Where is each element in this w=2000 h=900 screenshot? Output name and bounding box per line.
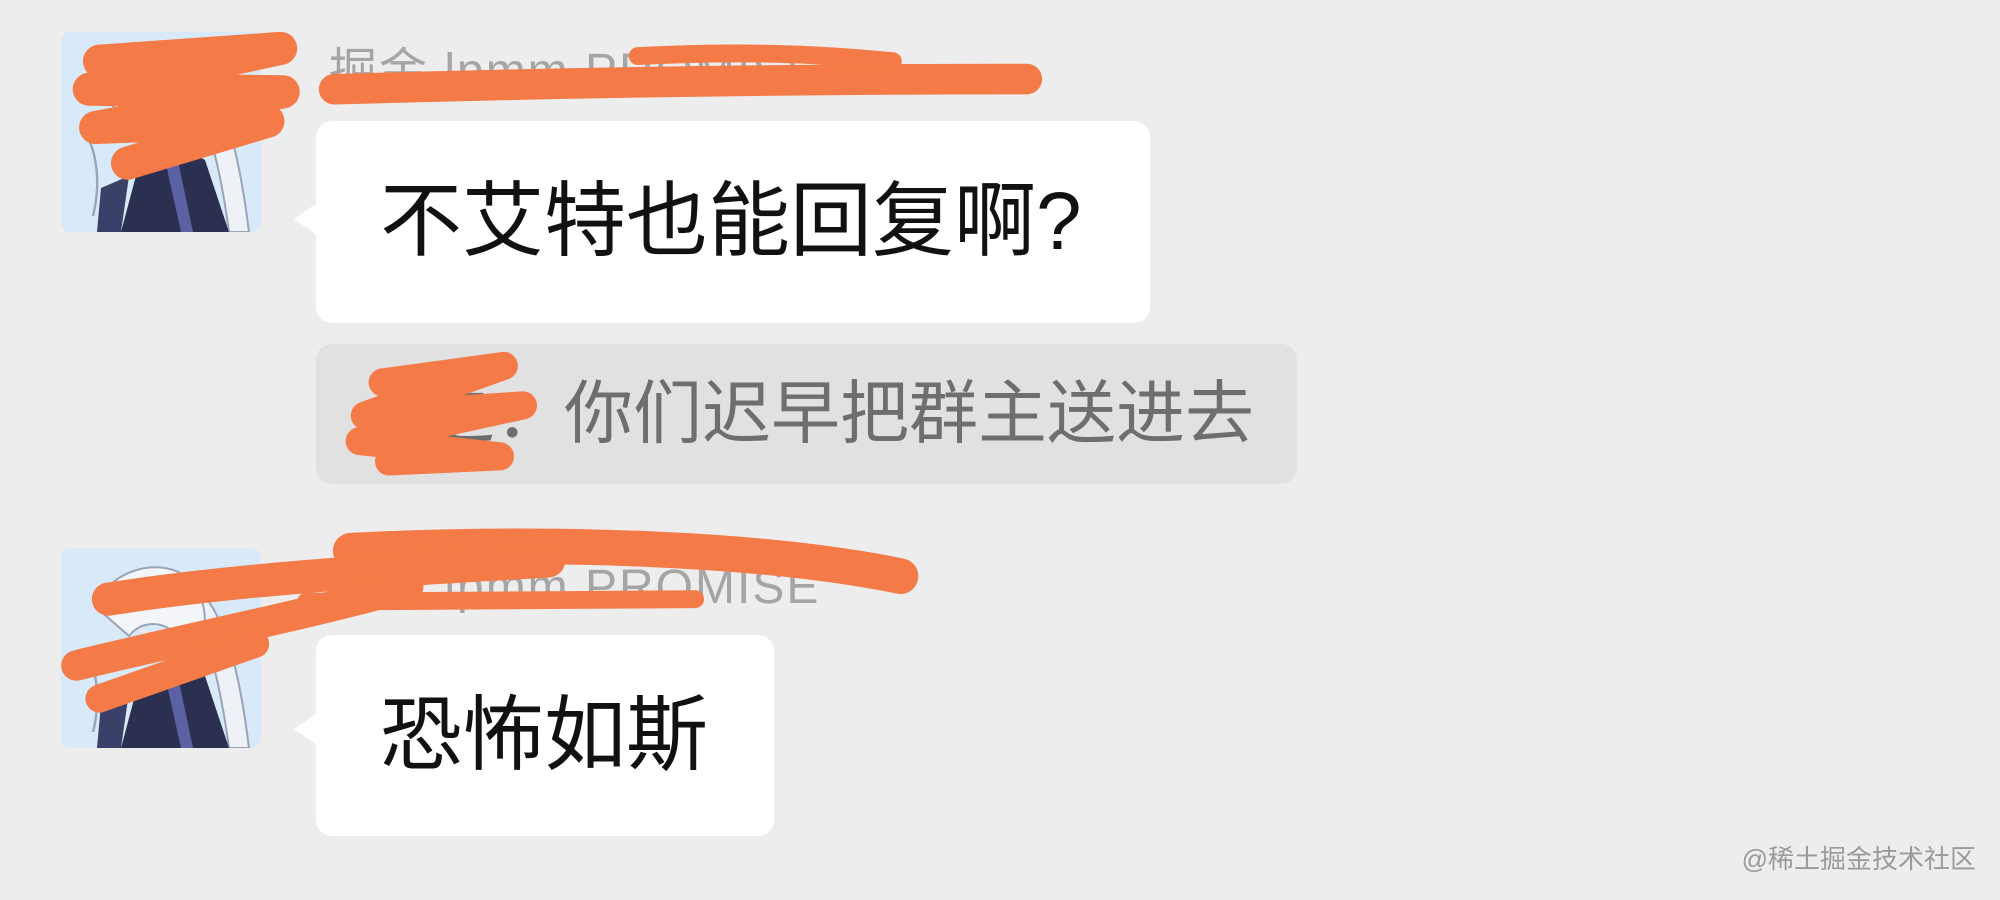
chat-screen: 掘金 lpmm PROMISE 不艾特也能回复啊? 上之：你们迟早把群主送进去 … bbox=[0, 0, 2000, 900]
message-text: 不艾特也能回复啊? bbox=[380, 176, 1082, 267]
message-bubble[interactable]: 不艾特也能回复啊? bbox=[316, 121, 1150, 323]
avatar[interactable] bbox=[61, 32, 261, 232]
bubble-tail bbox=[294, 203, 317, 235]
bubble-tail bbox=[294, 713, 317, 745]
sender-name: 掘金 lpmm PROMISE bbox=[329, 561, 821, 614]
avatar[interactable] bbox=[61, 548, 261, 748]
watermark: @稀土掘金技术社区 bbox=[1741, 844, 1976, 874]
quote-author: 上之 bbox=[357, 375, 495, 452]
message-text: 恐怖如斯 bbox=[380, 690, 709, 781]
avatar-illustration bbox=[61, 32, 261, 232]
avatar-illustration bbox=[61, 548, 261, 748]
message-bubble[interactable]: 恐怖如斯 bbox=[316, 635, 774, 836]
quote-text: 你们迟早把群主送进去 bbox=[564, 375, 1254, 452]
quote-separator: ： bbox=[495, 375, 564, 452]
quoted-reply[interactable]: 上之：你们迟早把群主送进去 bbox=[316, 344, 1297, 484]
sender-name: 掘金 lpmm PROMISE bbox=[329, 45, 821, 98]
